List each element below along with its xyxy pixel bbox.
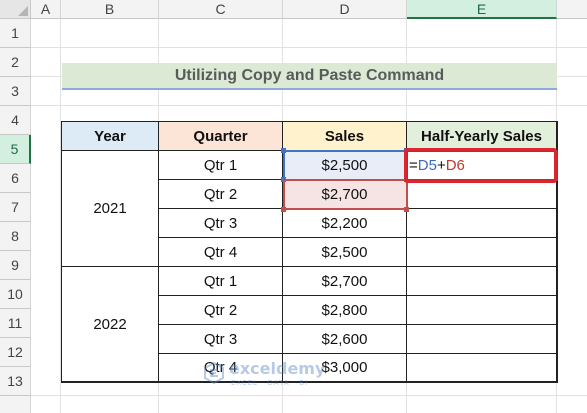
formula-text[interactable]: = D5 + D6: [409, 151, 465, 179]
quarter-cell[interactable]: Qtr 1: [159, 151, 283, 180]
half-yearly-cell[interactable]: [407, 209, 557, 238]
half-yearly-cell[interactable]: [407, 354, 557, 382]
column-header-d[interactable]: D: [283, 0, 407, 19]
half-yearly-cell[interactable]: [407, 325, 557, 354]
row-header-3[interactable]: 3: [0, 77, 31, 106]
resize-handle[interactable]: [281, 207, 286, 212]
gridline: [31, 47, 587, 48]
sales-cell-d6[interactable]: $2,700: [283, 180, 407, 209]
formula-plus: +: [436, 156, 446, 174]
year-cell-2021[interactable]: 2021: [62, 151, 159, 267]
half-yearly-cell[interactable]: [407, 180, 557, 209]
formula-ref-d6: D6: [445, 156, 465, 174]
quarter-cell[interactable]: Qtr 2: [159, 180, 283, 209]
row-header-5[interactable]: 5: [0, 135, 31, 164]
row-header-1[interactable]: 1: [0, 19, 31, 48]
gridline: [31, 105, 587, 106]
sales-cell[interactable]: $2,200: [283, 209, 407, 238]
row-header-2[interactable]: 2: [0, 48, 31, 77]
column-header-c[interactable]: C: [159, 0, 283, 19]
sales-cell-d5[interactable]: $2,500: [283, 151, 407, 180]
row-header-6[interactable]: 6: [0, 164, 31, 193]
gridline: [31, 395, 587, 396]
row-header-13[interactable]: 13: [0, 367, 31, 396]
page-title[interactable]: Utilizing Copy and Paste Command: [62, 63, 557, 90]
table-header-quarter[interactable]: Quarter: [159, 122, 283, 151]
column-header-b[interactable]: B: [61, 0, 159, 19]
watermark-name: exceldemy: [229, 359, 326, 378]
quarter-cell[interactable]: Qtr 4: [159, 238, 283, 267]
row-header-10[interactable]: 10: [0, 280, 31, 309]
resize-handle[interactable]: [281, 148, 286, 153]
table-header-year[interactable]: Year: [62, 122, 159, 151]
table-header-half-yearly-sales[interactable]: Half-Yearly Sales: [407, 122, 557, 151]
table-header-sales[interactable]: Sales: [283, 122, 407, 151]
gridline: [60, 19, 61, 413]
exceldemy-watermark: exceldemy EXCEL · DATA · BI: [203, 357, 353, 391]
column-header-blank: [557, 0, 587, 19]
row-header-8[interactable]: 8: [0, 222, 31, 251]
row-header-9[interactable]: 9: [0, 251, 31, 280]
row-header-7[interactable]: 7: [0, 193, 31, 222]
resize-handle[interactable]: [281, 177, 286, 182]
year-cell-2022[interactable]: 2022: [62, 267, 159, 382]
formula-equals: =: [409, 156, 418, 174]
quarter-cell[interactable]: Qtr 2: [159, 296, 283, 325]
half-yearly-cell[interactable]: [407, 238, 557, 267]
sales-cell[interactable]: $2,500: [283, 238, 407, 267]
spreadsheet-grid[interactable]: A B C D E 1 2 3 4 5 6 7 8 9 10 11 12 13 …: [0, 0, 587, 413]
sales-cell[interactable]: $2,600: [283, 325, 407, 354]
half-yearly-cell[interactable]: [407, 296, 557, 325]
row-header-12[interactable]: 12: [0, 338, 31, 367]
half-yearly-cell[interactable]: [407, 267, 557, 296]
row-header-11[interactable]: 11: [0, 309, 31, 338]
quarter-cell[interactable]: Qtr 3: [159, 209, 283, 238]
column-header-e[interactable]: E: [407, 0, 557, 19]
watermark-tagline: EXCEL · DATA · BI: [231, 379, 309, 387]
exceldemy-logo-icon: [204, 362, 224, 384]
sales-cell[interactable]: $2,700: [283, 267, 407, 296]
row-header-4[interactable]: 4: [0, 106, 31, 135]
row-header-partial: [0, 396, 31, 413]
sales-cell[interactable]: $2,800: [283, 296, 407, 325]
quarter-cell[interactable]: Qtr 1: [159, 267, 283, 296]
quarter-cell[interactable]: Qtr 3: [159, 325, 283, 354]
resize-handle[interactable]: [404, 207, 409, 212]
column-header-a[interactable]: A: [31, 0, 61, 19]
formula-ref-d5: D5: [417, 156, 437, 174]
select-all-corner[interactable]: [0, 0, 31, 19]
